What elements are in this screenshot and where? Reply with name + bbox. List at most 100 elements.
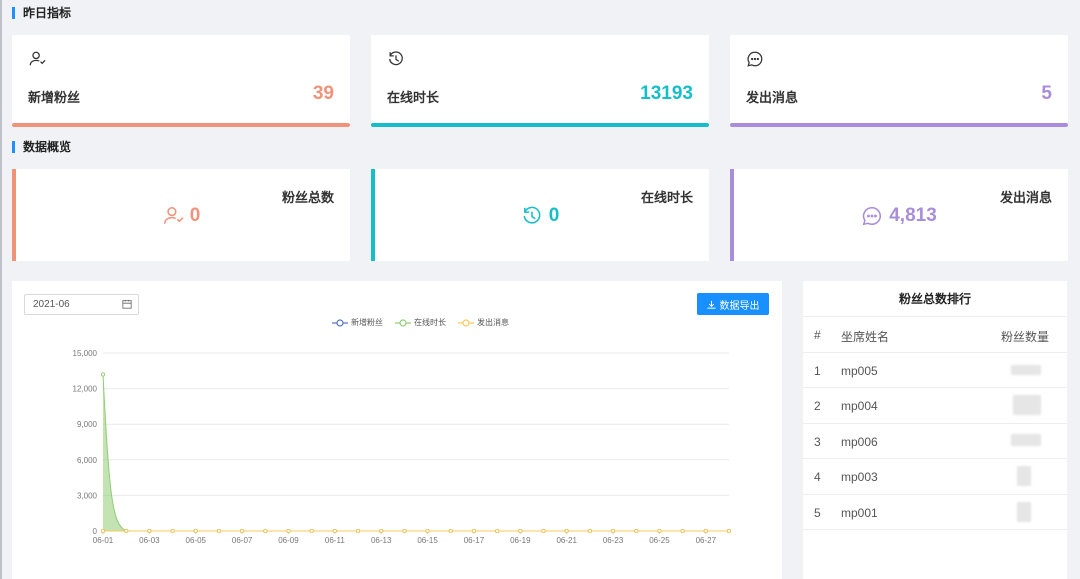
kpi-card-messages: 发出消息 5 bbox=[730, 35, 1068, 127]
kpi-color-bar bbox=[730, 123, 1068, 127]
x-tick-label: 06-15 bbox=[417, 536, 438, 545]
data-point bbox=[611, 528, 616, 534]
y-tick-label: 9,000 bbox=[77, 420, 98, 429]
y-tick-label: 15,000 bbox=[73, 349, 98, 358]
history-clock-icon bbox=[389, 51, 403, 66]
ranking-panel: 粉丝总数排行 # 坐席姓名 粉丝数量 1 mp005 2 mp004 3 mp0… bbox=[803, 281, 1067, 579]
data-point bbox=[100, 372, 106, 377]
x-tick-label: 06-19 bbox=[510, 536, 531, 545]
x-tick-label: 06-21 bbox=[556, 536, 577, 545]
chat-bubble-icon bbox=[862, 206, 882, 226]
ranking-title: 粉丝总数排行 bbox=[803, 281, 1067, 317]
y-tick-label: 12,000 bbox=[73, 385, 98, 394]
kpi-color-bar bbox=[371, 123, 709, 127]
x-tick-label: 06-13 bbox=[371, 536, 392, 545]
agent-name-cell: mp001 bbox=[841, 505, 878, 520]
section-title-overview: 数据概览 bbox=[12, 141, 71, 153]
y-tick-label: 3,000 bbox=[77, 491, 98, 500]
data-point bbox=[216, 528, 221, 534]
redacted-fans-count bbox=[1011, 364, 1041, 375]
section-title-yesterday: 昨日指标 bbox=[12, 7, 71, 19]
overview-card-messages: 发出消息 4,813 bbox=[730, 169, 1068, 261]
kpi-card-new-fans: 新增粉丝 39 bbox=[12, 35, 350, 127]
rank-cell: 2 bbox=[814, 399, 821, 413]
data-point bbox=[402, 528, 407, 534]
kpi-label: 在线时长 bbox=[387, 90, 440, 105]
x-tick-label: 06-01 bbox=[93, 536, 114, 545]
x-tick-label: 06-17 bbox=[464, 536, 485, 545]
rank-cell: 5 bbox=[814, 505, 821, 520]
data-point bbox=[147, 528, 152, 534]
kpi-color-bar bbox=[12, 123, 350, 127]
kpi-label: 发出消息 bbox=[746, 90, 799, 105]
redacted-fans-count bbox=[1013, 395, 1041, 415]
user-add-icon bbox=[29, 51, 46, 66]
left-edge-strip bbox=[0, 0, 2, 579]
data-point bbox=[170, 528, 175, 534]
x-tick-label: 06-27 bbox=[696, 536, 717, 545]
agent-name-cell: mp003 bbox=[841, 470, 878, 484]
kpi-value: 13193 bbox=[640, 83, 693, 104]
user-add-icon bbox=[163, 206, 184, 224]
overview-value: 0 bbox=[189, 205, 201, 226]
kpi-card-online-time: 在线时长 13193 bbox=[371, 35, 709, 127]
x-tick-label: 06-09 bbox=[278, 536, 299, 545]
data-point bbox=[564, 528, 569, 534]
data-point bbox=[726, 528, 732, 534]
x-tick-label: 06-23 bbox=[603, 536, 624, 545]
data-point bbox=[355, 528, 361, 534]
data-point bbox=[448, 528, 453, 534]
chat-bubble-icon bbox=[747, 51, 763, 67]
data-point bbox=[703, 528, 708, 534]
x-tick-label: 06-25 bbox=[649, 536, 670, 545]
agent-name-cell: mp004 bbox=[841, 399, 878, 413]
table-row: 4 mp003 bbox=[803, 459, 1067, 495]
redacted-fans-count bbox=[1011, 433, 1041, 446]
overview-value: 4,813 bbox=[889, 205, 937, 226]
table-row: 3 mp006 bbox=[803, 424, 1067, 459]
data-point bbox=[193, 528, 198, 534]
overview-value: 0 bbox=[548, 205, 560, 226]
kpi-value: 39 bbox=[312, 83, 334, 104]
kpi-label: 新增粉丝 bbox=[28, 90, 81, 105]
data-point bbox=[379, 528, 384, 534]
data-point bbox=[495, 528, 500, 534]
y-tick-label: 6,000 bbox=[77, 456, 98, 465]
data-point bbox=[332, 528, 337, 534]
data-point bbox=[240, 528, 245, 534]
redacted-fans-count bbox=[1017, 501, 1031, 522]
line-chart: 0 3,000 6,000 9,000 12,000 15,000 06-01 06-03 06… bbox=[73, 349, 732, 545]
agent-name-cell: mp006 bbox=[841, 434, 878, 449]
column-header-rank: # bbox=[814, 328, 821, 342]
data-point bbox=[541, 528, 546, 534]
x-tick-label: 06-07 bbox=[232, 536, 253, 545]
data-point bbox=[309, 528, 314, 534]
kpi-value: 5 bbox=[1041, 83, 1052, 104]
table-row: 1 mp005 bbox=[803, 353, 1067, 388]
data-point bbox=[680, 528, 685, 534]
table-row: 5 mp001 bbox=[803, 495, 1067, 530]
table-row: 2 mp004 bbox=[803, 388, 1067, 424]
x-tick-label: 06-05 bbox=[186, 536, 207, 545]
agent-name-cell: mp005 bbox=[841, 363, 878, 378]
data-point bbox=[518, 528, 523, 534]
data-point bbox=[286, 528, 291, 534]
rank-cell: 4 bbox=[814, 470, 821, 484]
data-point bbox=[634, 528, 639, 534]
overview-card-online-time: 在线时长 0 bbox=[371, 169, 709, 261]
data-point bbox=[425, 528, 430, 534]
data-point bbox=[263, 528, 268, 534]
overview-label: 发出消息 bbox=[999, 190, 1052, 205]
redacted-fans-count bbox=[1017, 466, 1031, 486]
rank-cell: 3 bbox=[814, 434, 821, 449]
data-point bbox=[100, 528, 106, 534]
overview-label: 在线时长 bbox=[640, 190, 693, 205]
rank-cell: 1 bbox=[814, 363, 821, 378]
data-point bbox=[587, 528, 592, 534]
ranking-header-row: # 坐席姓名 粉丝数量 bbox=[803, 317, 1067, 353]
chart-panel: 2021-06 数据导出 新增粉丝 在线时长 发出消息 0 3,000 6,000 9… bbox=[12, 281, 782, 579]
x-tick-label: 06-11 bbox=[325, 536, 345, 545]
data-point bbox=[657, 528, 662, 534]
y-tick-label: 0 bbox=[93, 527, 98, 536]
history-clock-icon bbox=[523, 206, 541, 224]
